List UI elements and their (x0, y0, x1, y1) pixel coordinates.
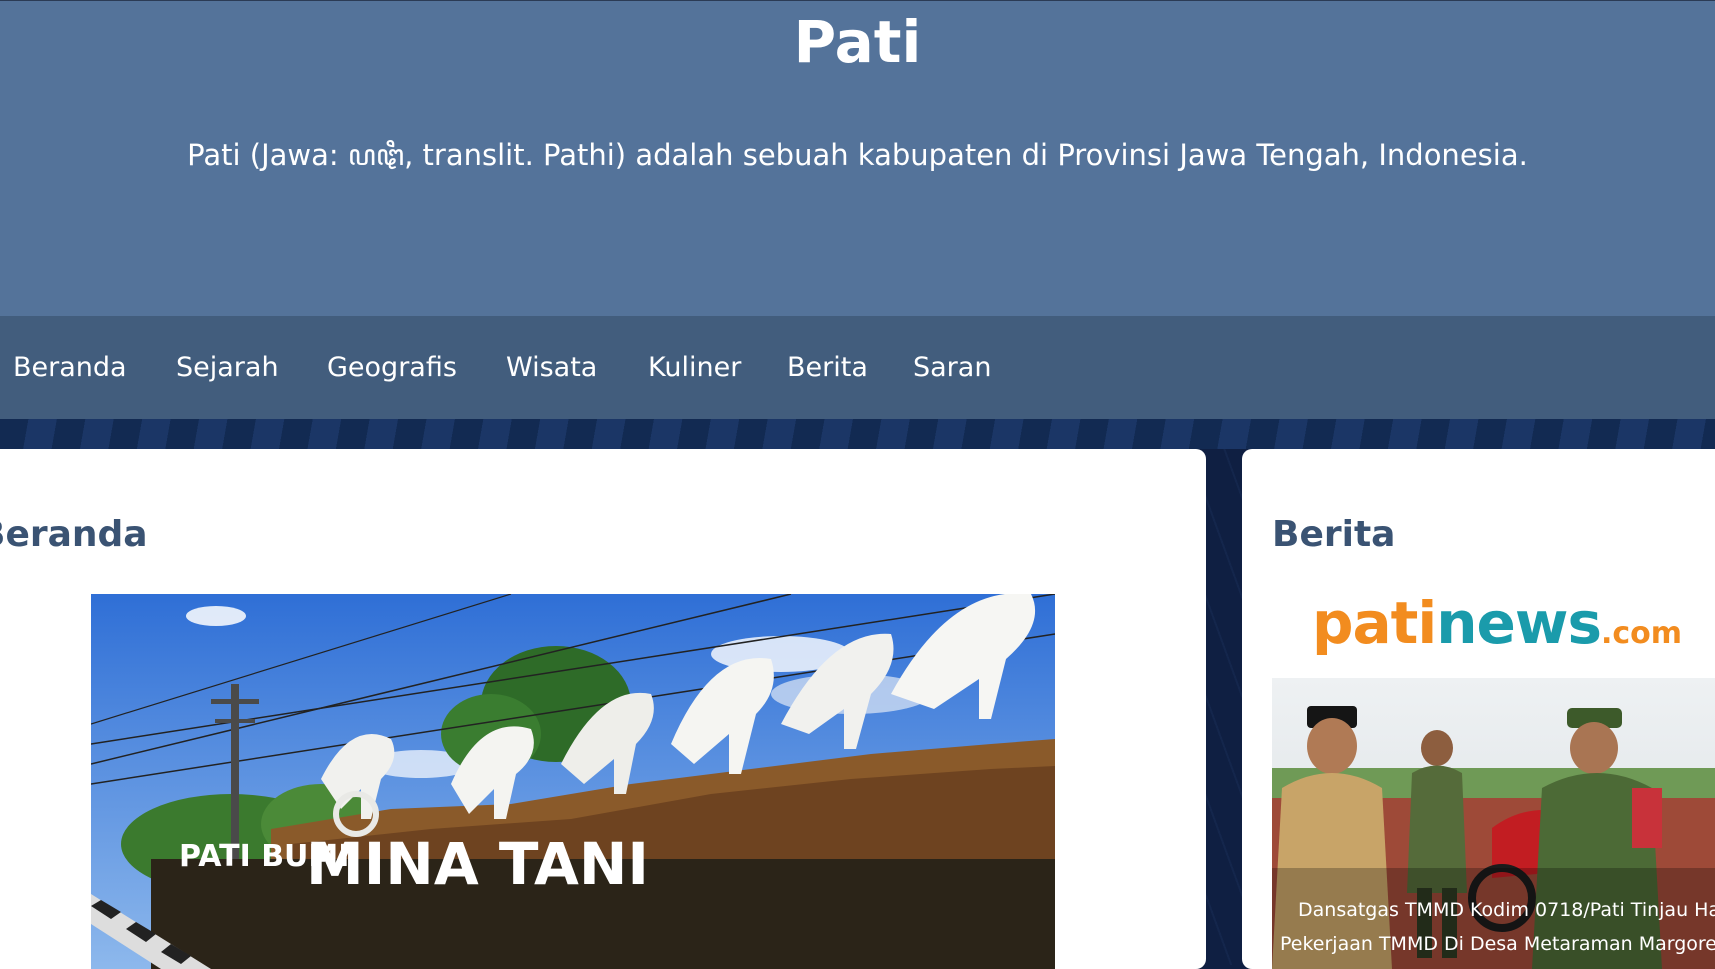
nav-item-sejarah[interactable]: Sejarah (176, 316, 279, 419)
decorative-stripe (0, 419, 1715, 449)
main-content-card: Beranda (0, 449, 1206, 969)
nav-item-beranda[interactable]: Beranda (13, 316, 127, 419)
main-navigation: Beranda Sejarah Geografis Wisata Kuliner… (0, 316, 1715, 419)
nav-item-wisata[interactable]: Wisata (506, 316, 597, 419)
news-caption-line-2: Pekerjaan TMMD Di Desa Metaraman Margore (1280, 933, 1715, 955)
nav-item-kuliner[interactable]: Kuliner (648, 316, 741, 419)
section-title-berita: Berita (1272, 514, 1396, 555)
nav-item-geografis[interactable]: Geografis (327, 316, 457, 419)
news-caption[interactable]: Dansatgas TMMD Kodim 0718/Pati Tinjau Ha… (1272, 893, 1715, 969)
logo-part-pati: pati (1312, 589, 1437, 657)
site-header: Pati Pati (Jawa: ꦥꦛꦶ, translit. Pathi) a… (0, 0, 1715, 316)
section-title-beranda: Beranda (0, 514, 148, 555)
site-subtitle: Pati (Jawa: ꦥꦛꦶ, translit. Pathi) adalah… (187, 138, 1528, 172)
patinews-logo[interactable]: patinews.com (1312, 589, 1682, 657)
logo-part-news: news (1436, 589, 1602, 657)
news-article-card[interactable]: Dansatgas TMMD Kodim 0718/Pati Tinjau Ha… (1272, 678, 1715, 969)
sign-text-mina-tani: MINA TANI (306, 830, 649, 898)
site-title: Pati (793, 8, 922, 76)
news-sidebar-card: Berita patinews.com Dansatgas TMMD Kodim… (1242, 449, 1715, 969)
news-caption-line-1: Dansatgas TMMD Kodim 0718/Pati Tinjau Ha… (1298, 899, 1715, 921)
nav-item-berita[interactable]: Berita (787, 316, 868, 419)
pati-monument-image: PATI BUMI MINA TANI (91, 594, 1055, 969)
nav-item-saran[interactable]: Saran (913, 316, 991, 419)
logo-part-com: .com (1601, 616, 1683, 651)
